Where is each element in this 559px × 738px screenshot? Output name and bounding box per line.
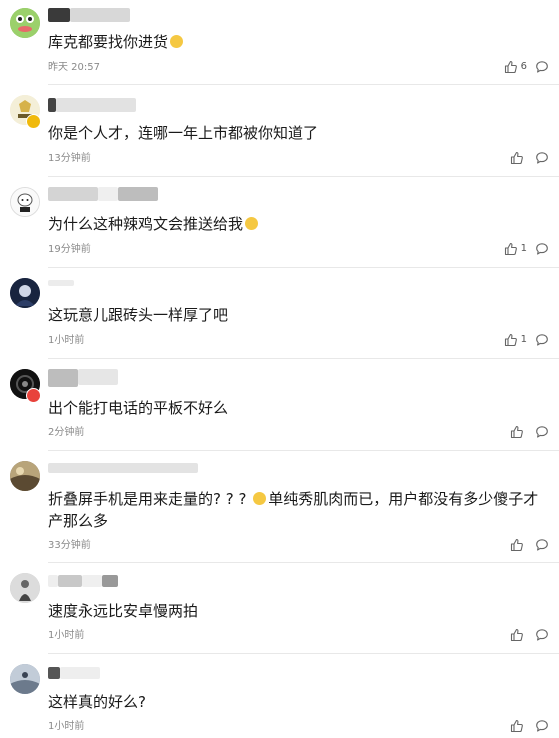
comment-time: 33分钟前 — [48, 540, 91, 551]
comment-bubble-icon — [536, 152, 548, 164]
reply-button[interactable] — [535, 538, 549, 552]
like-count: 6 — [520, 61, 527, 72]
comment-bubble-icon — [536, 334, 548, 346]
avatar[interactable] — [10, 461, 40, 491]
comment-text: 折叠屏手机是用来走量的? ? ? 单纯秀肌肉而已，用户都没有多少傻子才 产那么多 — [48, 490, 539, 530]
reply-button[interactable] — [535, 151, 549, 165]
reply-button[interactable] — [535, 333, 549, 347]
username[interactable] — [48, 8, 130, 22]
comment-time: 13分钟前 — [48, 153, 91, 164]
like-button[interactable] — [510, 425, 527, 439]
comment-item: 折叠屏手机是用来走量的? ? ? 单纯秀肌肉而已，用户都没有多少傻子才 产那么多 … — [0, 451, 559, 563]
thumbs-up-icon — [510, 425, 523, 439]
comment-text: 出个能打电话的平板不好么 — [48, 399, 229, 417]
comment-time: 19分钟前 — [48, 244, 91, 255]
like-button[interactable] — [510, 719, 527, 733]
comment-bubble-icon — [536, 61, 548, 73]
reply-button[interactable] — [535, 425, 549, 439]
thumbs-up-icon — [510, 151, 523, 165]
comment-item: 出个能打电话的平板不好么 2分钟前 — [0, 359, 559, 451]
like-button[interactable]: 6 — [504, 60, 527, 74]
comment-time: 1小时前 — [48, 630, 85, 641]
comment-text: 为什么这种辣鸡文会推送给我 — [48, 213, 548, 235]
like-button[interactable] — [510, 151, 527, 165]
smile-emoji — [170, 35, 184, 48]
comment-bubble-icon — [536, 539, 548, 551]
comment-time: 昨天 20:57 — [48, 62, 100, 73]
reply-button[interactable] — [535, 719, 549, 733]
reply-button[interactable] — [535, 242, 549, 256]
thumbs-up-icon — [504, 242, 517, 256]
laugh-cry-emoji — [245, 217, 259, 230]
thumbs-up-icon — [510, 719, 523, 733]
username[interactable] — [48, 369, 118, 387]
thumbs-up-icon — [510, 628, 523, 642]
comment-text: 这样真的好么? — [48, 693, 146, 711]
comment-item: 这样真的好么? 1小时前 — [0, 654, 559, 738]
like-button[interactable]: 1 — [504, 333, 527, 347]
username[interactable] — [48, 278, 74, 290]
comment-list: 库克都要找你进货 昨天 20:57 6 你是个人才，连哪一年上市都被你知道了 1… — [0, 0, 559, 738]
username[interactable] — [48, 98, 136, 112]
comment-time: 1小时前 — [48, 721, 85, 732]
like-button[interactable] — [510, 538, 527, 552]
like-button[interactable] — [510, 628, 527, 642]
like-count: 1 — [520, 334, 527, 345]
avatar[interactable] — [10, 573, 40, 603]
reply-button[interactable] — [535, 628, 549, 642]
comment-text: 速度永远比安卓慢两拍 — [48, 602, 199, 620]
verified-badge-icon — [26, 114, 41, 129]
sweat-emoji — [253, 492, 267, 505]
comment-bubble-icon — [536, 629, 548, 641]
level-badge-icon — [26, 388, 41, 403]
username[interactable] — [48, 187, 158, 201]
comment-text: 库克都要找你进货 — [48, 31, 548, 53]
comment-bubble-icon — [536, 243, 548, 255]
comment-item: 你是个人才，连哪一年上市都被你知道了 13分钟前 — [0, 85, 559, 177]
comment-bubble-icon — [536, 720, 548, 732]
comment-time: 2分钟前 — [48, 427, 85, 438]
thumbs-up-icon — [504, 333, 517, 347]
reply-button[interactable] — [535, 60, 549, 74]
comment-item: 速度永远比安卓慢两拍 1小时前 — [0, 563, 559, 654]
like-count: 1 — [520, 243, 527, 254]
thumbs-up-icon — [504, 60, 517, 74]
avatar[interactable] — [10, 187, 40, 217]
comment-time: 1小时前 — [48, 335, 85, 346]
comment-item: 这玩意儿跟砖头一样厚了吧 1小时前 1 — [0, 268, 559, 359]
comment-text: 你是个人才，连哪一年上市都被你知道了 — [48, 124, 319, 142]
comment-bubble-icon — [536, 426, 548, 438]
comment-item: 库克都要找你进货 昨天 20:57 6 — [0, 0, 559, 85]
username[interactable] — [48, 463, 198, 475]
username[interactable] — [48, 667, 100, 679]
comment-text: 这玩意儿跟砖头一样厚了吧 — [48, 306, 229, 324]
avatar[interactable] — [10, 278, 40, 308]
username[interactable] — [48, 575, 118, 587]
like-button[interactable]: 1 — [504, 242, 527, 256]
avatar[interactable] — [10, 8, 40, 38]
avatar[interactable] — [10, 664, 40, 694]
thumbs-up-icon — [510, 538, 523, 552]
comment-item: 为什么这种辣鸡文会推送给我 19分钟前 1 — [0, 177, 559, 268]
